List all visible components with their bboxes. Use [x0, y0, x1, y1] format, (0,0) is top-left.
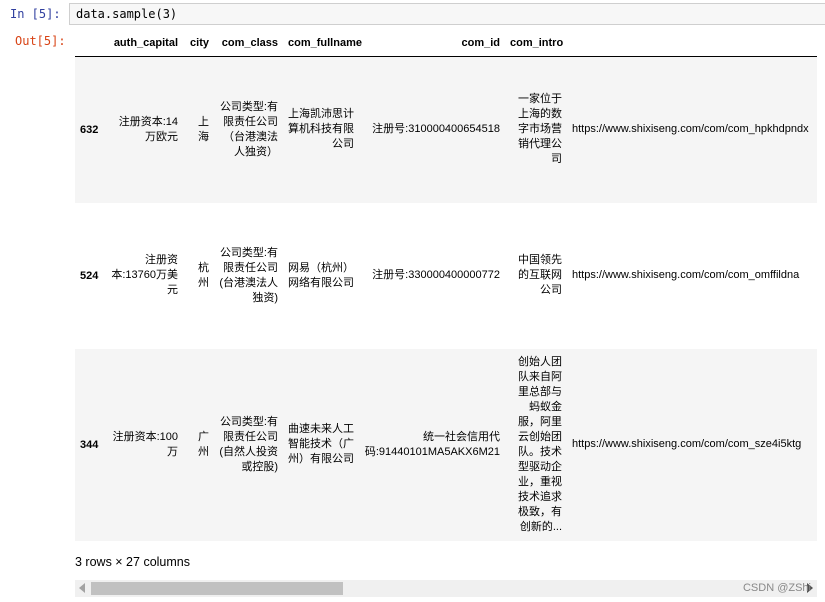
cell-auth-capital: 注册资本:13760万美元	[111, 254, 178, 296]
cell-com-link: https://www.shixiseng.com/com/com_omffil…	[572, 269, 800, 281]
code-text[interactable]: data.sample(3)	[76, 7, 177, 21]
cell-com-id: 注册号:330000400000772	[372, 269, 500, 281]
header-row: auth_capital city com_class com_fullname…	[75, 30, 817, 57]
index-header	[75, 30, 105, 57]
horizontal-scrollbar[interactable]	[75, 580, 817, 597]
cell-city: 上海	[198, 115, 209, 143]
cell-com-fullname: 网易（杭州）网络有限公司	[288, 261, 354, 289]
cell-com-intro: 一家位于上海的数字市场营销代理公司	[518, 93, 562, 166]
cell-auth-capital: 注册资本:14万欧元	[118, 115, 178, 143]
row-count-label: 3 rows × 27 columns	[75, 555, 190, 569]
row-index: 632	[80, 123, 99, 136]
column-header: com_intro	[505, 30, 567, 57]
cell-auth-capital: 注册资本:100万	[112, 430, 178, 458]
row-index: 344	[80, 438, 99, 451]
cell-com-class: 公司类型:有限责任公司(自然人投资或控股)	[219, 415, 278, 473]
cell-city: 杭州	[198, 261, 209, 289]
dataframe-table: auth_capital city com_class com_fullname…	[75, 30, 817, 541]
out-prompt: Out[5]:	[15, 34, 66, 48]
watermark: CSDN @ZShi	[742, 582, 811, 594]
cell-com-class: 公司类型:有限责任公司（台港澳法人独资）	[219, 100, 278, 158]
dataframe-output: auth_capital city com_class com_fullname…	[75, 30, 817, 545]
table-row: 344 注册资本:100万 广州 公司类型:有限责任公司(自然人投资或控股) 曲…	[75, 348, 817, 541]
scroll-left-icon[interactable]	[79, 583, 85, 593]
cell-city: 广州	[198, 430, 209, 458]
row-index: 524	[80, 269, 99, 282]
cell-com-intro: 中国领先的互联网公司	[518, 254, 562, 296]
column-header: city	[183, 30, 214, 57]
cell-com-id: 注册号:310000400654518	[372, 123, 500, 136]
column-header: com_class	[214, 30, 283, 57]
cell-com-intro: 创始人团队来自阿里总部与蚂蚁金服，阿里云创始团队。技术型驱动企业，重视技术追求极…	[518, 355, 562, 533]
column-header: com_li	[567, 30, 817, 57]
column-header: com_id	[359, 30, 505, 57]
cell-com-link: https://www.shixiseng.com/com/com_hpkhdp…	[572, 123, 809, 136]
code-cell[interactable]: data.sample(3)	[69, 3, 825, 25]
table-row: 632 注册资本:14万欧元 上海 公司类型:有限责任公司（台港澳法人独资） 上…	[75, 56, 817, 203]
cell-com-link: https://www.shixiseng.com/com/com_sze4i5…	[572, 438, 802, 450]
cell-com-fullname: 上海凯沛思计算机科技有限公司	[288, 108, 354, 151]
cell-com-id: 统一社会信用代码:91440101MA5AKX6M21	[364, 430, 500, 458]
cell-com-fullname: 曲速未来人工智能技术（广州）有限公司	[288, 423, 354, 465]
scrollbar-thumb[interactable]	[91, 582, 343, 595]
column-header: com_fullname	[283, 30, 362, 57]
in-prompt: In [5]:	[10, 7, 61, 21]
column-header: auth_capital	[105, 30, 183, 57]
table-row: 524 注册资本:13760万美元 杭州 公司类型:有限责任公司(台港澳法人独资…	[75, 202, 817, 349]
cell-com-class: 公司类型:有限责任公司(台港澳法人独资)	[219, 246, 278, 304]
